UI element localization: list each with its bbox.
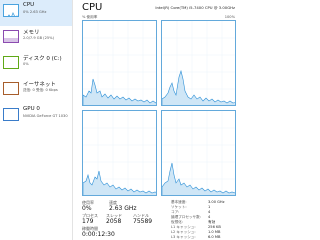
core-graph-0-chart <box>83 21 156 105</box>
sidebar-item-cpu[interactable]: CPU 0% 2.63 GHz <box>0 0 72 26</box>
sidebar-item-sublabel: NVIDIA GeForce GT 1030 <box>23 114 68 118</box>
max-percent-label: 100% <box>224 15 235 19</box>
cpu-model-name: Intel(R) Core(TM) i5-7400 CPU @ 3.00GHz <box>155 5 235 10</box>
memory-mini-graph-icon <box>3 30 19 43</box>
sidebar-item-memory[interactable]: メモリ 2.0/7.9 GB (25%) <box>0 26 72 52</box>
spec-label: L3 キャッシュ: <box>171 235 196 239</box>
sidebar-item-label: イーサネット <box>23 82 56 88</box>
page-title: CPU <box>82 2 103 13</box>
sidebar-item-sublabel: 2.0/7.9 GB (25%) <box>23 36 54 40</box>
sidebar-item-sublabel: 送信: 0 受信: 0 Kbps <box>23 88 58 92</box>
sidebar-item-ethernet[interactable]: イーサネット 送信: 0 受信: 0 Kbps <box>0 78 72 104</box>
core-graph-2 <box>82 110 157 196</box>
sidebar-item-label: メモリ <box>23 30 40 36</box>
sidebar-item-sublabel: 0% <box>23 62 29 66</box>
cpu-core-graphs <box>82 20 236 197</box>
uptime-value: 0:00:12:30 <box>82 231 115 238</box>
spec-value: 3.00 GHz <box>208 200 225 204</box>
core-graph-3-chart <box>162 111 235 195</box>
spec-value: 1 <box>208 205 211 209</box>
cpu-mini-graph-icon <box>3 4 19 17</box>
sidebar: CPU 0% 2.63 GHz メモリ 2.0/7.9 GB (25%) ディス… <box>0 0 73 240</box>
spec-value: 4 <box>208 215 211 219</box>
sidebar-item-gpu[interactable]: GPU 0 NVIDIA GeForce GT 1030 <box>0 104 72 130</box>
spec-value: 1.0 MB <box>208 230 221 234</box>
spec-value: 6.0 MB <box>208 235 221 239</box>
core-graph-3 <box>161 110 236 196</box>
usage-value: 0% <box>82 205 92 212</box>
handle-value: 75589 <box>133 218 153 225</box>
process-value: 179 <box>82 218 94 225</box>
ethernet-mini-graph-icon <box>3 82 19 95</box>
spec-value: 4 <box>208 210 211 214</box>
gpu-mini-graph-icon <box>3 108 19 121</box>
core-graph-1 <box>161 20 236 106</box>
speed-value: 2.63 GHz <box>109 205 137 212</box>
spec-value: 256 KB <box>208 225 221 229</box>
sidebar-item-label: CPU <box>23 2 35 8</box>
sidebar-item-disk[interactable]: ディスク 0 (C:) 0% <box>0 52 72 78</box>
core-graph-2-chart <box>83 111 156 195</box>
sidebar-item-sublabel: 0% 2.63 GHz <box>23 10 47 14</box>
core-graph-0 <box>82 20 157 106</box>
disk-mini-graph-icon <box>3 56 19 69</box>
cpu-performance-panel: CPU Intel(R) Core(TM) i5-7400 CPU @ 3.00… <box>73 0 240 240</box>
sidebar-item-label: GPU 0 <box>23 106 40 112</box>
thread-value: 2058 <box>106 218 122 225</box>
sidebar-item-label: ディスク 0 (C:) <box>23 56 62 62</box>
core-graph-1-chart <box>162 21 235 105</box>
